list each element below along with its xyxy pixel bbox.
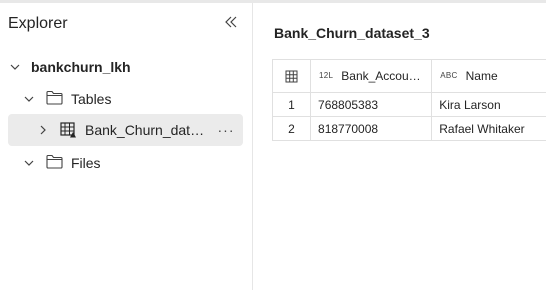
tree-item-lakehouse[interactable]: bankchurn_lkh (0, 51, 245, 83)
chevron-down-icon[interactable] (22, 92, 36, 106)
explorer-title: Explorer (8, 15, 68, 32)
table-row: 2 818770008 Rafael Whitaker (271, 116, 546, 141)
table-row: 1 768805383 Kira Larson (271, 92, 546, 117)
chevron-down-icon[interactable] (8, 60, 22, 74)
data-preview-table: 12L Bank_AccountNumber ABC Name 1 76880538… (271, 59, 546, 141)
cell-bank-account[interactable]: 818770008 (310, 116, 433, 141)
explorer-panel: Explorer bankchurn_lkh Tables Bank_Churn… (0, 3, 252, 290)
column-header-label: Bank_AccountNumber (341, 69, 423, 84)
cell-name[interactable]: Kira Larson (431, 92, 546, 117)
files-folder-label: Files (71, 155, 101, 171)
dataset-title: Bank_Churn_dataset_3 (274, 25, 430, 41)
lakehouse-label: bankchurn_lkh (31, 59, 131, 75)
cell-bank-account[interactable]: 768805383 (310, 92, 433, 117)
table-header-row: 12L Bank_AccountNumber ABC Name (271, 59, 546, 93)
row-index: 2 (271, 116, 312, 141)
table-icon (60, 122, 77, 141)
cell-name[interactable]: Rafael Whitaker (431, 116, 546, 141)
double-chevron-left-icon (224, 15, 238, 34)
column-header-label: Name (465, 69, 498, 84)
folder-icon (46, 154, 63, 172)
tree-item-files[interactable]: Files (0, 147, 245, 179)
table-item-label: Bank_Churn_dataset_3 (85, 122, 207, 138)
grid-icon (285, 69, 298, 83)
chevron-right-icon[interactable] (36, 123, 50, 137)
panel-divider[interactable] (252, 3, 253, 290)
integer-type-icon: 12L (319, 70, 334, 80)
folder-icon (46, 90, 63, 108)
chevron-down-icon[interactable] (22, 156, 36, 170)
select-all-cell[interactable] (271, 59, 312, 93)
collapse-panel-button[interactable] (222, 15, 240, 33)
tables-folder-label: Tables (71, 91, 112, 107)
column-header-name[interactable]: ABC Name (431, 59, 546, 93)
tree-item-tables[interactable]: Tables (0, 83, 245, 115)
row-index: 1 (271, 92, 312, 117)
tree-item-table-bank-churn[interactable]: Bank_Churn_dataset_3 ··· (8, 114, 243, 146)
more-options-button[interactable]: ··· (216, 120, 236, 140)
text-type-icon: ABC (440, 70, 458, 80)
column-header-bank-account[interactable]: 12L Bank_AccountNumber (310, 59, 433, 93)
